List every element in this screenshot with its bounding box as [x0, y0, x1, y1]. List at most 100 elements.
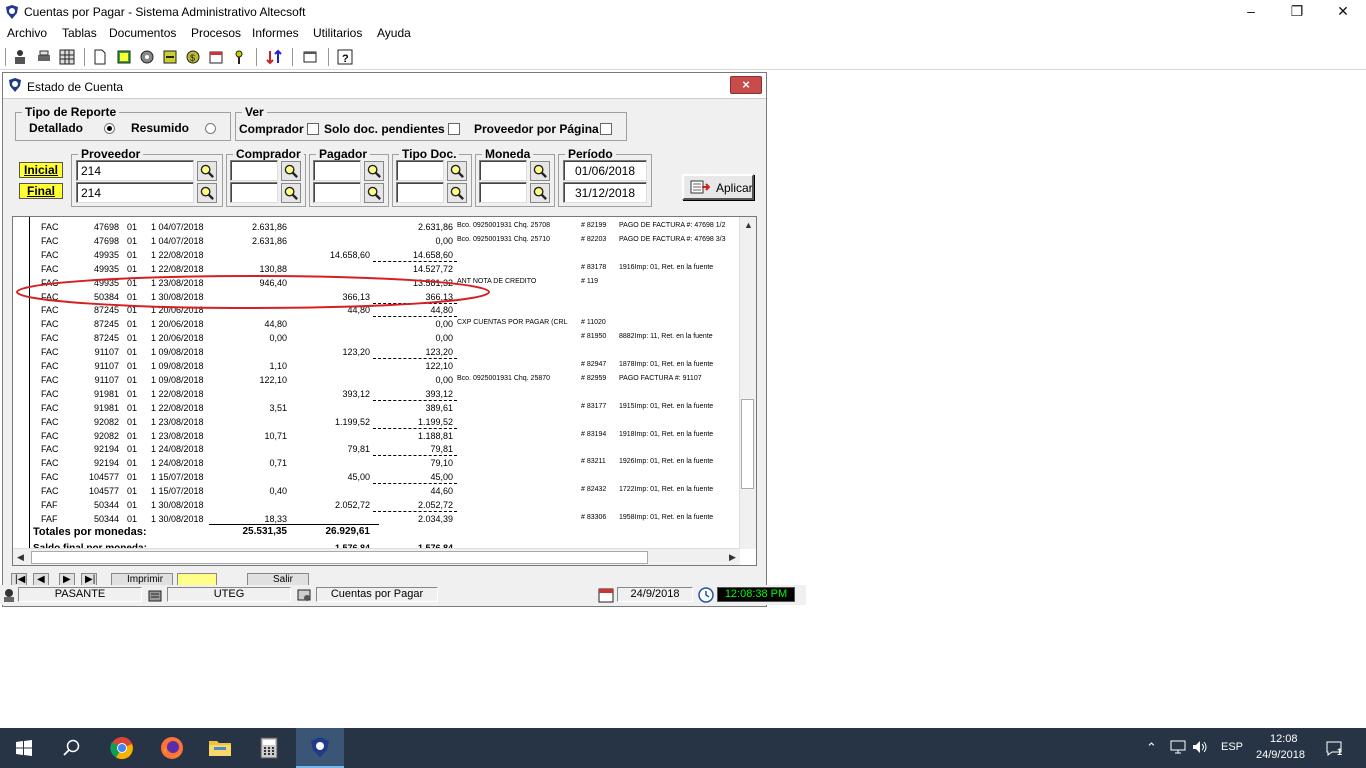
proveedor-final-search-icon[interactable] — [197, 183, 217, 203]
proveedor-final-input[interactable]: 214 — [76, 182, 194, 203]
comprador-checkbox[interactable] — [307, 123, 319, 135]
comprador-inicial-search-icon[interactable] — [281, 161, 301, 181]
money-tool-icon[interactable]: $ — [183, 47, 203, 67]
close-button[interactable]: ✕ — [1320, 0, 1366, 24]
tipo-doc-inicial-input[interactable] — [396, 160, 444, 181]
aplicar-button[interactable]: Aplicar — [682, 174, 754, 200]
proveedor-inicial-input[interactable]: 214 — [76, 160, 194, 181]
imprimir-button[interactable]: Imprimir — [111, 573, 173, 585]
menu-bar: Archivo Tablas Documentos Procesos Infor… — [0, 24, 1366, 44]
report-row: FAC 87245 01 1 20/06/2018 44,80 0,00 CXP CUENT… — [13, 317, 740, 331]
pendientes-checkbox[interactable] — [448, 123, 460, 135]
moneda-final-input[interactable] — [479, 182, 527, 203]
description: PAGO DE FACTURA #: 47698 1/2 — [619, 222, 726, 229]
salir-button[interactable]: Salir — [247, 573, 309, 585]
key-tool-icon[interactable] — [229, 47, 249, 67]
menu-archivo[interactable]: Archivo — [7, 26, 47, 40]
doc-type: FAC — [41, 472, 59, 483]
menu-utilitarios[interactable]: Utilitarios — [313, 26, 362, 40]
balance-amount: 393,12 — [425, 388, 453, 399]
proveedor-pagina-checkbox[interactable] — [600, 123, 612, 135]
start-button[interactable] — [0, 728, 48, 768]
horizontal-scroll-thumb[interactable] — [31, 551, 648, 564]
menu-informes[interactable]: Informes — [252, 26, 299, 40]
proveedor-inicial-search-icon[interactable] — [197, 161, 217, 181]
taskbar-clock-time[interactable]: 12:08 — [1270, 733, 1298, 745]
search-taskbar-button[interactable] — [48, 728, 96, 768]
moneda-final-search-icon[interactable] — [530, 183, 550, 203]
periodo-inicial-input[interactable]: 01/06/2018 — [563, 160, 647, 181]
moneda-inicial-search-icon[interactable] — [530, 161, 550, 181]
network-icon[interactable] — [1170, 740, 1186, 754]
menu-tablas[interactable]: Tablas — [62, 26, 97, 40]
menu-documentos[interactable]: Documentos — [109, 26, 176, 40]
pagador-final-input[interactable] — [313, 182, 361, 203]
menu-procesos[interactable]: Procesos — [191, 26, 241, 40]
window-tool-icon[interactable] — [300, 47, 320, 67]
tipo-doc-final-search-icon[interactable] — [447, 183, 467, 203]
comprador-final-search-icon[interactable] — [281, 183, 301, 203]
comprador-inicial-input[interactable] — [230, 160, 278, 181]
horizontal-scrollbar[interactable]: ◀ ▶ — [13, 548, 740, 565]
pagador-inicial-input[interactable] — [313, 160, 361, 181]
export-button[interactable] — [177, 573, 217, 585]
balance-amount: 389,61 — [425, 402, 453, 413]
altecsoft-taskbar-button[interactable] — [296, 728, 344, 768]
chrome-taskbar-button[interactable] — [98, 728, 146, 768]
tipo-doc-final-input[interactable] — [396, 182, 444, 203]
vertical-scrollbar[interactable]: ▲ — [739, 217, 756, 549]
comprador-final-input[interactable] — [230, 182, 278, 203]
module-status-icon — [297, 589, 311, 601]
child-close-button[interactable]: × — [730, 76, 762, 94]
explorer-taskbar-button[interactable] — [196, 728, 244, 768]
svg-text:$: $ — [190, 53, 195, 63]
vertical-scroll-thumb[interactable] — [741, 399, 754, 489]
maximize-button[interactable]: ❐ — [1274, 0, 1320, 24]
doc-type: FAC — [41, 235, 59, 246]
detallado-radio[interactable] — [104, 123, 115, 134]
firefox-taskbar-button[interactable] — [148, 728, 196, 768]
printer-tool-icon[interactable] — [34, 47, 54, 67]
totals-rule — [209, 524, 379, 525]
pagador-inicial-search-icon[interactable] — [364, 161, 384, 181]
last-page-button[interactable]: ▶| — [81, 573, 97, 585]
debit-amount: 0,71 — [269, 458, 287, 469]
volume-icon[interactable] — [1192, 740, 1208, 754]
periodo-final-input[interactable]: 31/12/2018 — [563, 182, 647, 203]
moneda-inicial-input[interactable] — [479, 160, 527, 181]
tipo-doc-inicial-search-icon[interactable] — [447, 161, 467, 181]
first-page-button[interactable]: |◀ — [11, 573, 27, 585]
report-viewer[interactable]: FAC 47698 01 1 04/07/2018 2.631,86 2.631,86 Bc… — [12, 216, 757, 566]
next-page-button[interactable]: ▶ — [59, 573, 75, 585]
tray-chevron-icon[interactable]: ⌃ — [1146, 740, 1157, 756]
grid-tool-icon[interactable] — [57, 47, 77, 67]
calculator-taskbar-button[interactable] — [245, 728, 293, 768]
user-tool-icon[interactable] — [10, 47, 30, 67]
scroll-up-icon[interactable]: ▲ — [744, 220, 753, 230]
minimize-button[interactable]: – — [1228, 0, 1274, 24]
scroll-left-icon[interactable]: ◀ — [17, 552, 24, 563]
new-document-icon[interactable] — [90, 47, 110, 67]
branch: 01 — [127, 472, 138, 483]
moneda-legend: Moneda — [485, 147, 531, 161]
transfer-tool-icon[interactable] — [160, 47, 180, 67]
branch: 01 — [127, 319, 138, 330]
tipo-doc-legend: Tipo Doc. — [402, 147, 457, 161]
sort-arrows-icon[interactable] — [264, 47, 284, 67]
language-indicator[interactable]: ESP — [1221, 741, 1243, 753]
doc-number: 91107 — [94, 374, 119, 385]
doc-date: 1 22/08/2018 — [151, 249, 204, 260]
gear-tool-icon[interactable] — [137, 47, 157, 67]
resumido-radio[interactable] — [205, 123, 216, 134]
menu-ayuda[interactable]: Ayuda — [377, 26, 411, 40]
book-tool-icon[interactable] — [114, 47, 134, 67]
branch: 01 — [127, 430, 138, 441]
prev-page-button[interactable]: ◀ — [33, 573, 49, 585]
calendar-tool-icon[interactable] — [206, 47, 226, 67]
taskbar-clock-date[interactable]: 24/9/2018 — [1256, 749, 1305, 761]
scroll-right-icon[interactable]: ▶ — [729, 552, 736, 563]
payment-number: # 83178 — [581, 263, 607, 271]
pagador-final-search-icon[interactable] — [364, 183, 384, 203]
help-icon[interactable]: ? — [335, 47, 355, 67]
doc-number: 50344 — [93, 500, 119, 510]
